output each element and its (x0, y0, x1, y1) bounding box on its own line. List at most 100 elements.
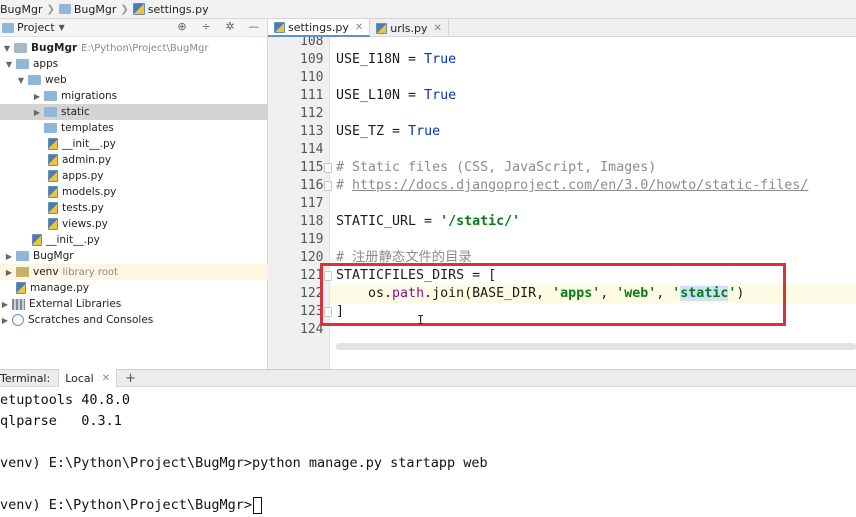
python-file-icon (16, 282, 26, 294)
breadcrumb: BugMgr ❯ BugMgr ❯ settings.py (0, 0, 856, 19)
tab-urls-py[interactable]: urls.py ✕ (370, 19, 449, 37)
code-token: # (336, 178, 353, 193)
line-number: 118 (300, 214, 324, 229)
tree-row-apps[interactable]: ▼ apps (0, 56, 268, 72)
horizontal-scrollbar[interactable] (336, 343, 856, 350)
line-number: 123 (300, 304, 324, 319)
tree-label: manage.py (30, 282, 90, 294)
fold-marker-icon[interactable] (324, 163, 332, 173)
close-icon[interactable]: ✕ (434, 23, 442, 34)
chevron-right-icon[interactable]: ▶ (4, 268, 14, 277)
code-line-115: # Static files (CSS, JavaScript, Images) (336, 160, 657, 175)
tree-row-scratches[interactable]: ▶ Scratches and Consoles (0, 312, 268, 328)
tree-label: BugMgr (31, 42, 78, 54)
code-line-109: USE_I18N = True (336, 51, 456, 69)
fold-marker-icon[interactable] (324, 181, 332, 191)
folder-icon (44, 107, 57, 117)
tree-label: BugMgr (33, 250, 74, 262)
terminal-label: Terminal: (0, 371, 51, 385)
tree-row-web[interactable]: ▼ web (0, 72, 268, 88)
breadcrumb-item-file[interactable]: settings.py (132, 2, 209, 16)
editor-tabs: settings.py ✕ urls.py ✕ (268, 19, 856, 37)
code-token: True (408, 124, 441, 139)
tree-row-templates[interactable]: templates (0, 120, 268, 136)
tree-row-bugmgr-root[interactable]: ▼ BugMgr E:\Python\Project\BugMgr (0, 40, 268, 56)
project-view-selector[interactable]: Project ▼ (2, 21, 65, 34)
code-token: USE_L10N (336, 88, 401, 103)
add-terminal-button[interactable]: + (125, 371, 136, 386)
code-token: STATIC_URL = (336, 214, 441, 229)
breadcrumb-separator-icon: ❯ (46, 3, 55, 15)
terminal-line: qlparse 0.3.1 (0, 413, 122, 429)
folder-icon (44, 91, 57, 101)
folder-icon (58, 4, 71, 14)
tree-row-init-apps[interactable]: __init__.py (0, 232, 268, 248)
close-icon[interactable]: ✕ (102, 373, 110, 384)
tree-label: apps.py (62, 170, 104, 182)
tree-label: venv (33, 266, 59, 278)
tree-row-tests[interactable]: tests.py (0, 200, 268, 216)
code-token: True (424, 88, 457, 103)
tree-row-admin[interactable]: admin.py (0, 152, 268, 168)
breadcrumb-item-project[interactable]: BugMgr (0, 3, 43, 16)
code-token: '/static/' (440, 214, 521, 229)
chevron-down-icon[interactable]: ▼ (16, 76, 26, 85)
tree-label: __init__.py (46, 234, 100, 246)
chevron-right-icon[interactable]: ▶ (32, 92, 42, 101)
tree-row-static[interactable]: ▶ static (0, 104, 268, 120)
folder-icon (16, 59, 29, 69)
tab-label: settings.py (288, 20, 349, 34)
code-line-116: # https://docs.djangoproject.com/en/3.0/… (336, 177, 808, 195)
tree-path: E:\Python\Project\BugMgr (81, 42, 209, 54)
code-token: = (400, 52, 425, 67)
line-number: 124 (300, 322, 324, 337)
globe-icon[interactable]: ⊕ (175, 20, 189, 34)
tree-row-external-libraries[interactable]: ▶ External Libraries (0, 296, 268, 312)
tree-row-models[interactable]: models.py (0, 184, 268, 200)
line-number: 110 (300, 70, 324, 85)
tree-label: templates (61, 122, 114, 134)
tree-label: migrations (61, 90, 118, 102)
tree-row-init-web[interactable]: __init__.py (0, 136, 268, 152)
tree-label: apps (33, 58, 59, 70)
line-number: 116 (300, 178, 324, 193)
comment-link[interactable]: https://docs.djangoproject.com/en/3.0/ho… (352, 178, 808, 193)
code-editor[interactable]: 108 109 110 111 112 113 114 115 116 117 … (268, 37, 856, 369)
breadcrumb-item-folder[interactable]: BugMgr (58, 2, 117, 16)
python-file-icon (274, 21, 285, 33)
python-file-icon (132, 3, 145, 15)
tree-note: library root (62, 266, 118, 278)
tab-settings-py[interactable]: settings.py ✕ (268, 19, 371, 37)
tree-row-bugmgr[interactable]: ▶ BugMgr (0, 248, 268, 264)
gear-icon[interactable]: ✲ (223, 20, 237, 34)
chevron-down-icon[interactable]: ▼ (2, 44, 12, 53)
close-icon[interactable]: ✕ (355, 22, 363, 33)
line-number: 114 (300, 142, 324, 157)
line-number: 122 (300, 286, 324, 301)
tree-row-migrations[interactable]: ▶ migrations (0, 88, 268, 104)
breadcrumb-label: settings.py (147, 2, 209, 16)
tree-label: Scratches and Consoles (28, 314, 154, 326)
line-number: 115 (300, 160, 324, 175)
code-token: USE_I18N (336, 52, 401, 67)
collapse-all-icon[interactable]: ÷ (199, 20, 213, 34)
tree-row-venv[interactable]: ▶ venv library root (0, 264, 268, 280)
tree-row-views[interactable]: views.py (0, 216, 268, 232)
chevron-right-icon[interactable]: ▶ (32, 108, 42, 117)
chevron-right-icon[interactable]: ▶ (0, 316, 10, 325)
breadcrumb-label: BugMgr (73, 2, 117, 16)
code-line-113: USE_TZ = True (336, 123, 440, 141)
chevron-down-icon[interactable]: ▼ (4, 60, 14, 69)
tree-row-apps-py[interactable]: apps.py (0, 168, 268, 184)
chevron-right-icon[interactable]: ▶ (0, 300, 10, 309)
tree-label: models.py (62, 186, 117, 198)
python-file-icon (48, 170, 58, 182)
tree-label: admin.py (62, 154, 112, 166)
hide-icon[interactable]: — (247, 20, 261, 34)
terminal-toolbar: Terminal: Local ✕ + (0, 369, 856, 387)
terminal-tab-local[interactable]: Local ✕ (58, 369, 118, 387)
tree-row-manage[interactable]: manage.py (0, 280, 268, 296)
terminal-output[interactable]: etuptools 40.8.0 qlparse 0.3.1 venv) E:\… (0, 387, 856, 517)
code-line-118: STATIC_URL = '/static/' (336, 213, 520, 231)
chevron-right-icon[interactable]: ▶ (4, 252, 14, 261)
